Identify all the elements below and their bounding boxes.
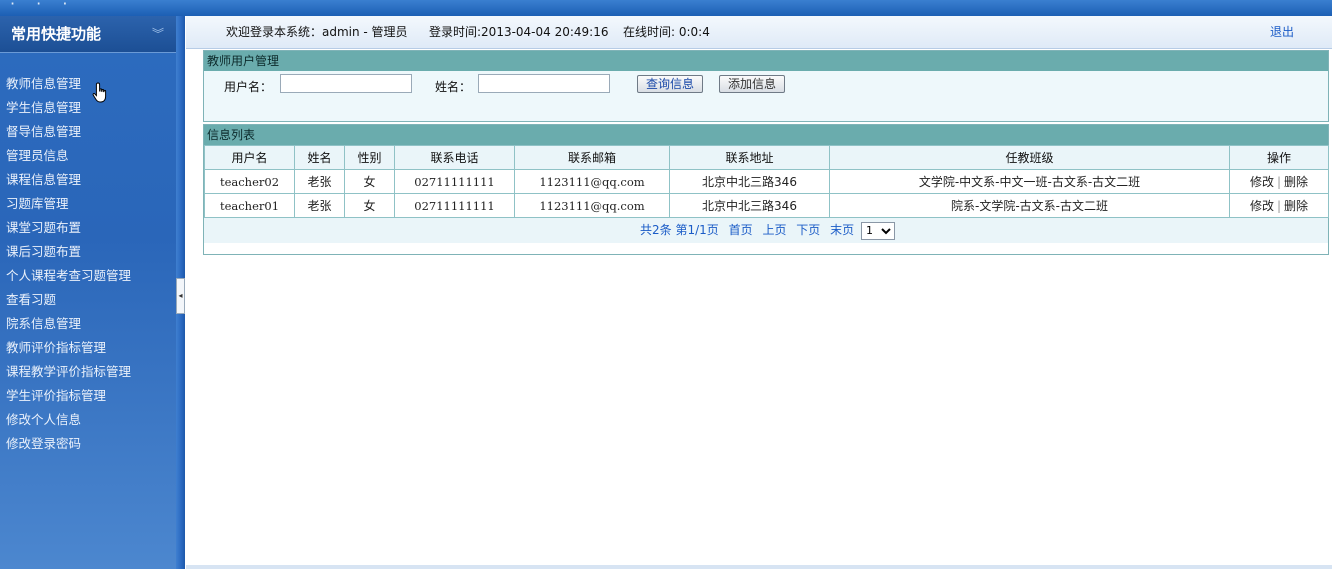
search-panel-title: 教师用户管理	[204, 51, 1328, 71]
column-header-gender: 性别	[344, 145, 395, 170]
sidebar-menu: 教师信息管理 学生信息管理 督导信息管理 管理员信息 课程信息管理 习题库管理 …	[0, 72, 131, 456]
page-select[interactable]: 1	[860, 221, 895, 240]
cell-actions: 修改 | 删除	[1229, 193, 1329, 218]
action-separator: |	[1276, 175, 1282, 189]
logout-link[interactable]: 退出	[1270, 16, 1294, 48]
cell-address: 北京中北三路346	[669, 193, 830, 218]
column-header-classes: 任教班级	[829, 145, 1230, 170]
cell-email: 1123111@qq.com	[514, 169, 670, 194]
cell-classes: 院系-文学院-古文系-古文二班	[829, 193, 1230, 218]
cell-name: 老张	[294, 193, 345, 218]
username-label: 用户名：	[224, 80, 273, 94]
list-panel: 信息列表 用户名 姓名 性别 联系电话 联系邮箱 联系地址 任教班级 操作 te…	[203, 124, 1329, 255]
sidebar-item-admin-info[interactable]: 管理员信息	[0, 144, 131, 168]
sidebar-item-student-info[interactable]: 学生信息管理	[0, 96, 131, 120]
edit-link[interactable]: 修改	[1250, 175, 1274, 189]
delete-link[interactable]: 删除	[1284, 175, 1308, 189]
column-header-phone: 联系电话	[394, 145, 515, 170]
username-input[interactable]	[280, 74, 412, 93]
welcome-text: 欢迎登录本系统：admin - 管理员	[226, 25, 408, 39]
search-form: 用户名： 姓名： 查询信息 添加信息	[204, 71, 1328, 101]
cell-address: 北京中北三路346	[669, 169, 830, 194]
cell-actions: 修改 | 删除	[1229, 169, 1329, 194]
sidebar-item-supervisor-info[interactable]: 督导信息管理	[0, 120, 131, 144]
teacher-table: 用户名 姓名 性别 联系电话 联系邮箱 联系地址 任教班级 操作 teacher…	[204, 145, 1329, 218]
prev-page-link[interactable]: 上页	[762, 223, 786, 237]
banner-logo-fragment: · · ·	[10, 0, 76, 13]
cell-name: 老张	[294, 169, 345, 194]
top-banner: · · ·	[0, 0, 1332, 16]
name-label: 姓名：	[435, 80, 472, 94]
column-header-username: 用户名	[204, 145, 295, 170]
main-content: 欢迎登录本系统：admin - 管理员 登录时间:2013-04-04 20:4…	[186, 16, 1332, 569]
sidebar-item-teacher-eval[interactable]: 教师评价指标管理	[0, 336, 131, 360]
sidebar-item-question-bank[interactable]: 习题库管理	[0, 192, 131, 216]
table-row: teacher02 老张 女 02711111111 1123111@qq.co…	[204, 169, 1329, 194]
pagination: 共2条 第1/1页 首页 上页 下页 末页 1	[204, 218, 1328, 243]
cell-phone: 02711111111	[394, 169, 515, 194]
cell-email: 1123111@qq.com	[514, 193, 670, 218]
bottom-border	[186, 565, 1332, 569]
pagination-summary: 共2条 第1/1页	[640, 223, 719, 237]
sidebar-item-course-info[interactable]: 课程信息管理	[0, 168, 131, 192]
cell-username: teacher02	[204, 169, 295, 194]
search-panel: 教师用户管理 用户名： 姓名： 查询信息 添加信息	[203, 50, 1329, 122]
collapse-sidebar-arrow-icon[interactable]: ◂	[176, 278, 185, 314]
add-button[interactable]: 添加信息	[719, 75, 786, 93]
sidebar-item-department-info[interactable]: 院系信息管理	[0, 312, 131, 336]
column-header-actions: 操作	[1229, 145, 1329, 170]
cell-phone: 02711111111	[394, 193, 515, 218]
sidebar-item-teacher-info[interactable]: 教师信息管理	[0, 72, 131, 96]
cell-gender: 女	[344, 169, 395, 194]
sidebar-item-class-exercise[interactable]: 课堂习题布置	[0, 216, 131, 240]
column-header-name: 姓名	[294, 145, 345, 170]
sidebar-item-change-password[interactable]: 修改登录密码	[0, 432, 131, 456]
sidebar-item-personal-course-exam[interactable]: 个人课程考查习题管理	[0, 264, 131, 288]
sidebar-item-course-eval[interactable]: 课程教学评价指标管理	[0, 360, 131, 384]
sidebar-item-student-eval[interactable]: 学生评价指标管理	[0, 384, 131, 408]
sidebar-item-view-exercises[interactable]: 查看习题	[0, 288, 131, 312]
sidebar-title: 常用快捷功能	[11, 25, 102, 43]
first-page-link[interactable]: 首页	[729, 223, 753, 237]
last-page-link[interactable]: 末页	[830, 223, 854, 237]
online-time: 在线时间: 0:0:4	[623, 25, 710, 39]
name-input[interactable]	[478, 74, 610, 93]
query-button[interactable]: 查询信息	[637, 75, 704, 93]
collapse-chevron-icon[interactable]: ︾	[152, 16, 164, 52]
action-separator: |	[1276, 199, 1282, 213]
status-bar: 欢迎登录本系统：admin - 管理员 登录时间:2013-04-04 20:4…	[186, 16, 1332, 49]
table-header-row: 用户名 姓名 性别 联系电话 联系邮箱 联系地址 任教班级 操作	[204, 145, 1329, 170]
sidebar-header[interactable]: 常用快捷功能 ︾	[0, 16, 176, 53]
sidebar-item-homework-exercise[interactable]: 课后习题布置	[0, 240, 131, 264]
hand-pointer-icon	[92, 82, 107, 103]
sidebar: 常用快捷功能 ︾ 教师信息管理 学生信息管理 督导信息管理 管理员信息 课程信息…	[0, 16, 176, 569]
list-panel-title: 信息列表	[204, 125, 1328, 145]
table-row: teacher01 老张 女 02711111111 1123111@qq.co…	[204, 193, 1329, 218]
next-page-link[interactable]: 下页	[796, 223, 820, 237]
delete-link[interactable]: 删除	[1284, 199, 1308, 213]
sidebar-item-edit-profile[interactable]: 修改个人信息	[0, 408, 131, 432]
column-header-address: 联系地址	[669, 145, 830, 170]
cell-gender: 女	[344, 193, 395, 218]
cell-classes: 文学院-中文系-中文一班-古文系-古文二班	[829, 169, 1230, 194]
cell-username: teacher01	[204, 193, 295, 218]
edit-link[interactable]: 修改	[1250, 199, 1274, 213]
login-time: 登录时间:2013-04-04 20:49:16	[429, 25, 609, 39]
column-header-email: 联系邮箱	[514, 145, 670, 170]
